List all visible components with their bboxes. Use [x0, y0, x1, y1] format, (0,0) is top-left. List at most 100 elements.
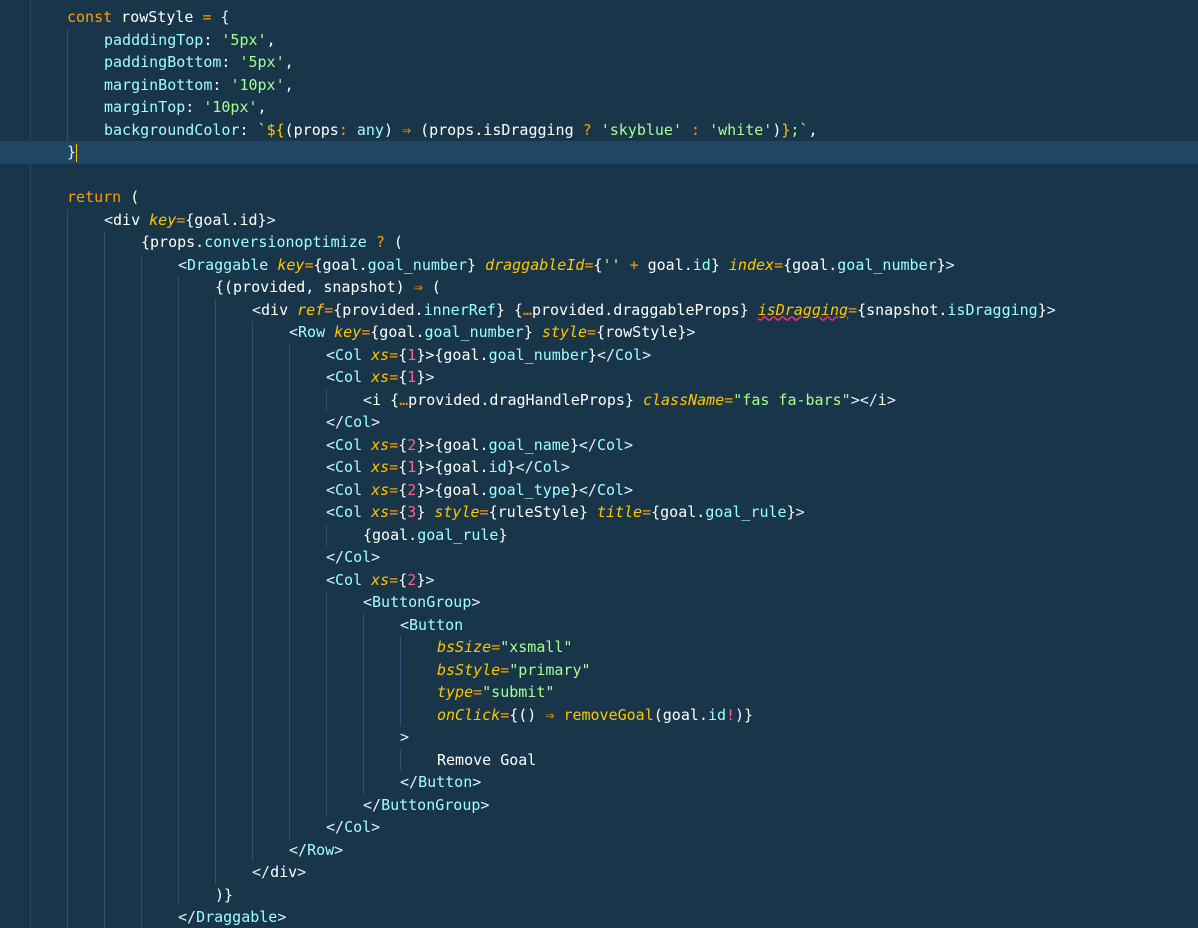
indent-guide	[363, 748, 364, 771]
code-text: </Col>	[326, 411, 380, 434]
code-line[interactable]: </Col>	[0, 546, 1198, 569]
code-token: =	[389, 345, 399, 364]
code-token: ?	[582, 120, 592, 139]
code-token: :	[691, 120, 701, 139]
code-line[interactable]: <i {…provided.dragHandleProps} className…	[0, 388, 1198, 411]
indent-guide	[141, 411, 142, 434]
code-line[interactable]: }	[0, 141, 1198, 164]
code-line[interactable]: <Col xs={1}>	[0, 366, 1198, 389]
code-token: xs	[371, 458, 390, 476]
code-line[interactable]: </div>	[0, 861, 1198, 884]
code-token: {ruleStyle}	[488, 503, 597, 521]
indent-guide	[141, 343, 142, 366]
indent-guide	[141, 771, 142, 794]
code-token: return	[67, 188, 122, 206]
code-line[interactable]: <div ref={provided.innerRef} {…provided.…	[0, 298, 1198, 321]
code-line[interactable]: <Col xs={1}>{goal.goal_number}</Col>	[0, 343, 1198, 366]
code-line[interactable]: <div key={goal.id}>	[0, 208, 1198, 231]
code-token: div	[270, 863, 298, 881]
code-line[interactable]: Remove Goal	[0, 748, 1198, 771]
code-line[interactable]: marginBottom: '10px',	[0, 73, 1198, 96]
indent-guide	[289, 366, 290, 389]
code-token: }	[498, 525, 508, 544]
code-line[interactable]: </Col>	[0, 816, 1198, 839]
code-line[interactable]: bsSize="xsmall"	[0, 636, 1198, 659]
code-token: marginBottom	[104, 75, 213, 94]
code-line[interactable]: <Col xs={2}>{goal.goal_name}</Col>	[0, 433, 1198, 456]
code-line[interactable]: >	[0, 726, 1198, 749]
code-line[interactable]: const rowStyle = {	[0, 6, 1198, 29]
code-token: {	[398, 570, 408, 589]
indent-guide	[141, 568, 142, 591]
indent-guide	[67, 546, 68, 569]
code-line[interactable]: paddingBottom: '5px',	[0, 51, 1198, 74]
code-line[interactable]: <Col xs={2}>	[0, 568, 1198, 591]
code-line[interactable]: padddingTop: '5px',	[0, 28, 1198, 51]
code-line[interactable]: <Col xs={2}>{goal.goal_type}</Col>	[0, 478, 1198, 501]
code-line[interactable]: )}	[0, 883, 1198, 906]
indent-guide	[178, 636, 179, 659]
code-token: id	[488, 458, 507, 476]
code-token: </	[289, 840, 308, 859]
code-token: rowStyle	[112, 8, 203, 26]
indent-guide	[178, 681, 179, 704]
code-line[interactable]	[0, 164, 1198, 187]
code-token: Col	[335, 345, 363, 364]
code-line[interactable]: return (	[0, 186, 1198, 209]
indent-guide	[67, 568, 68, 591]
code-token: =	[389, 503, 399, 521]
indent-guide	[215, 726, 216, 749]
code-token: {goal.	[783, 255, 838, 274]
indent-guide	[104, 523, 105, 546]
code-line[interactable]: </Row>	[0, 838, 1198, 861]
code-token: <	[326, 480, 336, 499]
code-line[interactable]: <Button	[0, 613, 1198, 636]
code-text: </div>	[252, 861, 306, 884]
code-token: >	[560, 458, 570, 476]
code-line[interactable]: </Col>	[0, 411, 1198, 434]
code-token: </	[326, 413, 345, 431]
code-line[interactable]: <ButtonGroup>	[0, 591, 1198, 614]
code-line[interactable]: <Col xs={3} style={ruleStyle} title={goa…	[0, 501, 1198, 524]
code-line[interactable]: </Draggable>	[0, 906, 1198, 928]
code-token: Col	[335, 435, 363, 454]
code-token: </	[400, 773, 419, 791]
indent-guide	[363, 636, 364, 659]
code-token: xs	[371, 570, 390, 589]
code-line[interactable]: <Row key={goal.goal_number} style={rowSt…	[0, 321, 1198, 344]
indent-guide	[104, 343, 105, 366]
code-line[interactable]: <Draggable key={goal.goal_number} dragga…	[0, 253, 1198, 276]
code-token: any	[356, 120, 384, 139]
code-token: Draggable	[196, 908, 278, 926]
indent-guide	[252, 771, 253, 794]
indent-guide	[141, 478, 142, 501]
code-token: )}	[215, 885, 234, 904]
indent-guide	[104, 771, 105, 794]
code-line[interactable]: onClick={() ⇒ removeGoal(goal.id!)}	[0, 703, 1198, 726]
indent-guide	[67, 433, 68, 456]
code-line[interactable]: <Col xs={1}>{goal.id}</Col>	[0, 456, 1198, 479]
indent-guide	[67, 748, 68, 771]
code-line[interactable]: backgroundColor: `${(props: any) ⇒ (prop…	[0, 118, 1198, 141]
code-text: paddingBottom: '5px',	[104, 51, 294, 74]
code-line[interactable]: marginTop: '10px',	[0, 96, 1198, 119]
indent-guide	[141, 613, 142, 636]
code-text: <Row key={goal.goal_number} style={rowSt…	[289, 321, 695, 344]
code-token: }	[710, 255, 729, 274]
code-token: Col	[335, 570, 363, 589]
code-token: goal.	[638, 255, 693, 274]
indent-guide	[400, 748, 401, 771]
code-line[interactable]: {(provided, snapshot) ⇒ (	[0, 276, 1198, 299]
code-line[interactable]: </Button>	[0, 771, 1198, 794]
code-editor[interactable]: const rowStyle = {padddingTop: '5px', pad…	[0, 0, 1198, 928]
code-line[interactable]: {props.conversionoptimize ? (	[0, 231, 1198, 254]
code-line[interactable]: {goal.goal_rule}	[0, 523, 1198, 546]
code-token: Col	[335, 458, 363, 476]
indent-guide	[67, 658, 68, 681]
code-line[interactable]: bsStyle="primary"	[0, 658, 1198, 681]
code-token: :	[203, 30, 222, 49]
indent-guide	[178, 726, 179, 749]
code-line[interactable]: type="submit"	[0, 681, 1198, 704]
code-line[interactable]: </ButtonGroup>	[0, 793, 1198, 816]
